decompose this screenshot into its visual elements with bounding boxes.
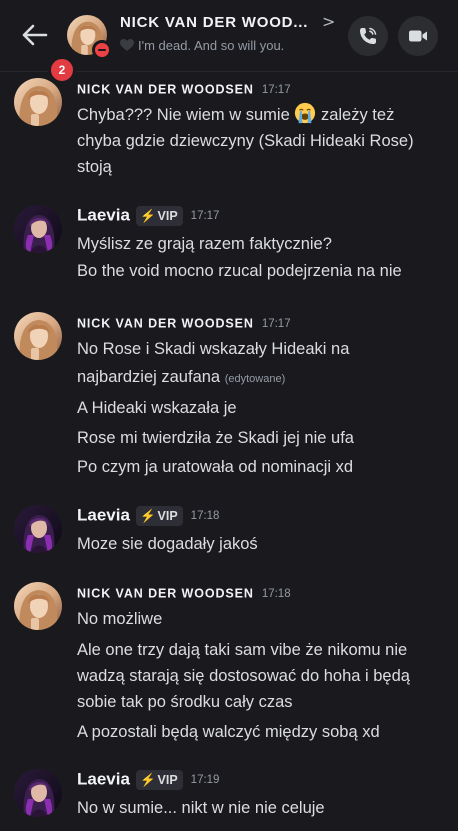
- timestamp: 17:18: [261, 587, 291, 600]
- message-header: Laevia ⚡ VIP 17:17: [77, 205, 219, 227]
- back-button[interactable]: 2: [18, 18, 76, 84]
- message-header: Laevia ⚡ VIP 17:18: [77, 505, 219, 527]
- avatar[interactable]: [14, 505, 62, 553]
- edited-label: (edytowane): [224, 373, 286, 385]
- timestamp: 17:17: [261, 317, 291, 330]
- message-header: NICK VAN DER WOODSEN 17:18: [77, 583, 291, 605]
- avatar[interactable]: [14, 205, 62, 253]
- message-line: Po czym ja uratowała od nominacji xd: [77, 458, 354, 476]
- message-line: sobie tak po środku cały czas: [77, 693, 293, 711]
- avatar[interactable]: [14, 78, 62, 126]
- message-line: Myślisz ze grają razem faktycznie?: [77, 235, 332, 253]
- author-name[interactable]: NICK VAN DER WOODSEN: [77, 317, 254, 331]
- timestamp: 17:19: [190, 773, 220, 786]
- role-badge: ⚡ VIP: [135, 769, 183, 790]
- message-line: No możliwe: [77, 610, 163, 628]
- dnd-status-icon: [92, 40, 112, 60]
- lightning-icon: ⚡: [139, 208, 156, 223]
- channel-title[interactable]: NICK VAN DER WOOD...: [120, 14, 316, 31]
- author-name[interactable]: NICK VAN DER WOODSEN: [77, 587, 254, 601]
- message-line: Ale one trzy dają taki sam vibe że nikom…: [77, 641, 408, 659]
- timestamp: 17:18: [190, 509, 220, 522]
- custom-status: I'm dead. And so will you.: [120, 38, 284, 55]
- author-name[interactable]: Laevia: [77, 770, 130, 789]
- message-header: NICK VAN DER WOODSEN 17:17: [77, 313, 291, 335]
- phone-icon: [360, 27, 377, 44]
- heart-icon: [120, 39, 134, 55]
- message-line: chyba gdzie dziewczyny (Skadi Hideaki Ro…: [77, 132, 414, 150]
- message-line: stoją: [77, 158, 112, 176]
- avatar[interactable]: [14, 312, 62, 360]
- avatar[interactable]: [14, 582, 62, 630]
- timestamp: 17:17: [261, 83, 291, 96]
- timestamp: 17:17: [190, 209, 220, 222]
- message-line: A pozostali będą walczyć między sobą xd: [77, 723, 380, 741]
- message-line: No Rose i Skadi wskazały Hideaki na: [77, 340, 350, 358]
- message-list[interactable]: NICK VAN DER WOODSEN 17:17 Chyba??? Nie w…: [0, 72, 458, 831]
- author-name[interactable]: NICK VAN DER WOODSEN: [77, 83, 254, 97]
- author-name[interactable]: Laevia: [77, 206, 130, 225]
- lightning-icon: ⚡: [139, 772, 156, 787]
- chevron-right-icon[interactable]: >: [322, 12, 335, 31]
- voice-call-button[interactable]: [348, 16, 388, 56]
- video-call-button[interactable]: [398, 16, 438, 56]
- lightning-icon: ⚡: [139, 508, 156, 523]
- message-header: NICK VAN DER WOODSEN 17:17: [77, 79, 291, 101]
- message-header: Laevia ⚡ VIP 17:19: [77, 769, 219, 791]
- message-line: Moze sie dogadały jakoś: [77, 535, 258, 553]
- role-badge: ⚡ VIP: [135, 505, 183, 526]
- message-line: najbardziej zaufana (edytowane): [77, 368, 286, 386]
- video-camera-icon: [409, 30, 427, 42]
- message-line: No w sumie... nikt w nie nie celuje: [77, 799, 325, 817]
- chat-header: 2 NICK VAN DER WOOD... > I'm dead. And s…: [0, 0, 458, 84]
- role-badge: ⚡ VIP: [135, 205, 183, 226]
- message-line: wadzą starają się dostosować do hoha i b…: [77, 667, 410, 685]
- message-line: Bo the void mocno rzucal podejrzenia na …: [77, 262, 402, 280]
- avatar[interactable]: [14, 769, 62, 817]
- arrow-left-icon: [22, 24, 48, 46]
- message-line: Rose mi twierdziła że Skadi jej nie ufa: [77, 429, 354, 447]
- author-name[interactable]: Laevia: [77, 506, 130, 525]
- message-line: A Hideaki wskazała je: [77, 399, 237, 417]
- custom-status-text: I'm dead. And so will you.: [138, 38, 285, 53]
